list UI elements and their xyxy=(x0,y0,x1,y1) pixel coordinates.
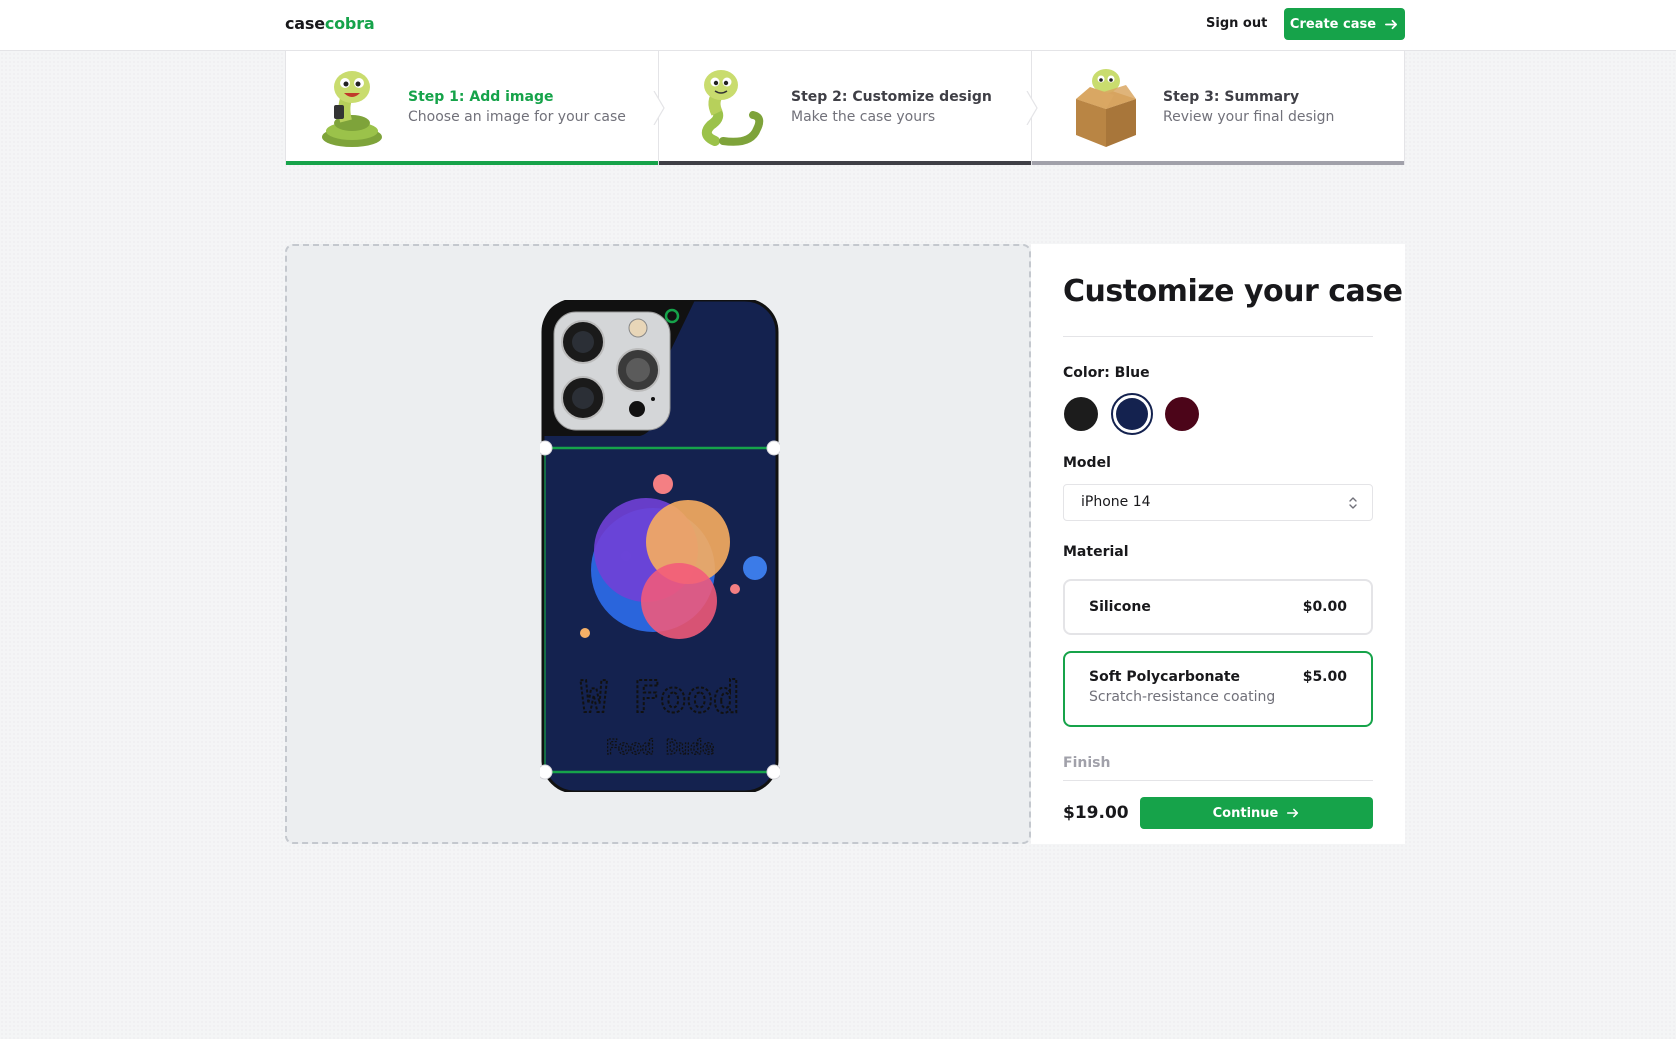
arrow-right-icon xyxy=(1385,19,1398,29)
logo-part-case: case xyxy=(285,14,325,33)
continue-label: Continue xyxy=(1212,805,1279,821)
step-description: Choose an image for your case xyxy=(408,109,626,125)
step-title: Step 3: Summary xyxy=(1163,89,1300,105)
steps-progress: Step 1: Add image Choose an image for yo… xyxy=(285,51,1405,165)
step-progress-bar xyxy=(1032,161,1404,165)
material-description: Scratch-resistance coating xyxy=(1089,689,1276,705)
material-price: $5.00 xyxy=(1302,669,1347,685)
chevrons-up-down-icon xyxy=(1349,497,1357,509)
step-progress-bar xyxy=(286,161,658,165)
customize-panel: Customize your case Color: Blue Model iP… xyxy=(1031,244,1405,844)
resize-handle-top-right[interactable] xyxy=(766,440,780,456)
step-summary: Step 3: Summary Review your final design xyxy=(1031,51,1404,165)
material-price: $0.00 xyxy=(1302,599,1347,615)
model-select-value: iPhone 14 xyxy=(1081,494,1151,510)
step-description: Review your final design xyxy=(1163,109,1335,125)
create-case-label: Create case xyxy=(1289,16,1377,32)
divider xyxy=(1063,780,1373,781)
material-option-silicone[interactable]: Silicone $0.00 xyxy=(1063,579,1373,635)
snake-mascot-icon xyxy=(701,70,764,146)
step-description: Make the case yours xyxy=(791,109,936,125)
material-option-soft-polycarbonate[interactable]: Soft Polycarbonate $5.00 Scratch-resista… xyxy=(1063,651,1373,727)
logo[interactable]: casecobra xyxy=(285,14,375,33)
divider xyxy=(1063,336,1373,337)
material-name: Silicone xyxy=(1089,599,1151,615)
create-case-button[interactable]: Create case xyxy=(1284,8,1405,40)
material-name: Soft Polycarbonate xyxy=(1089,669,1241,685)
logo-part-cobra: cobra xyxy=(324,14,375,33)
snake-mascot-icon xyxy=(322,71,382,147)
artwork-title: W Food xyxy=(581,672,740,723)
color-label: Color: Blue xyxy=(1063,365,1150,381)
step-separator-chevron xyxy=(1026,91,1038,125)
model-label: Model xyxy=(1063,455,1111,471)
finish-label: Finish xyxy=(1063,755,1111,771)
arrow-right-icon xyxy=(1287,808,1299,818)
total-price: $19.00 xyxy=(1063,803,1129,823)
model-select[interactable]: iPhone 14 xyxy=(1063,484,1373,521)
step-title: Step 2: Customize design xyxy=(791,89,992,105)
design-canvas: W Food Food Dude xyxy=(285,244,1031,844)
step-add-image: Step 1: Add image Choose an image for yo… xyxy=(286,51,665,165)
step-progress-bar xyxy=(659,161,1031,165)
resize-handle-bottom-right[interactable] xyxy=(766,764,780,780)
panel-title: Customize your case xyxy=(1063,274,1403,309)
step-title: Step 1: Add image xyxy=(408,89,554,105)
continue-button[interactable]: Continue xyxy=(1140,797,1373,829)
camera-flash xyxy=(628,318,648,338)
artwork-subtitle: Food Dude xyxy=(606,735,714,759)
phone-case-preview: W Food Food Dude xyxy=(540,300,780,792)
step-customize-design: Step 2: Customize design Make the case y… xyxy=(658,51,1038,165)
color-swatch-black[interactable] xyxy=(1064,397,1098,431)
resize-handle-top-left[interactable] xyxy=(540,440,553,456)
color-swatch-rose[interactable] xyxy=(1165,397,1199,431)
resize-handle-bottom-left[interactable] xyxy=(540,764,553,780)
step-separator-chevron xyxy=(653,91,665,125)
color-swatch-blue[interactable] xyxy=(1111,393,1153,435)
box-mascot-icon xyxy=(1076,69,1136,147)
navbar: casecobra Sign out Create case xyxy=(0,0,1676,51)
sign-out-link[interactable]: Sign out xyxy=(1206,16,1267,31)
camera-sensor xyxy=(629,401,645,417)
material-label: Material xyxy=(1063,544,1129,560)
